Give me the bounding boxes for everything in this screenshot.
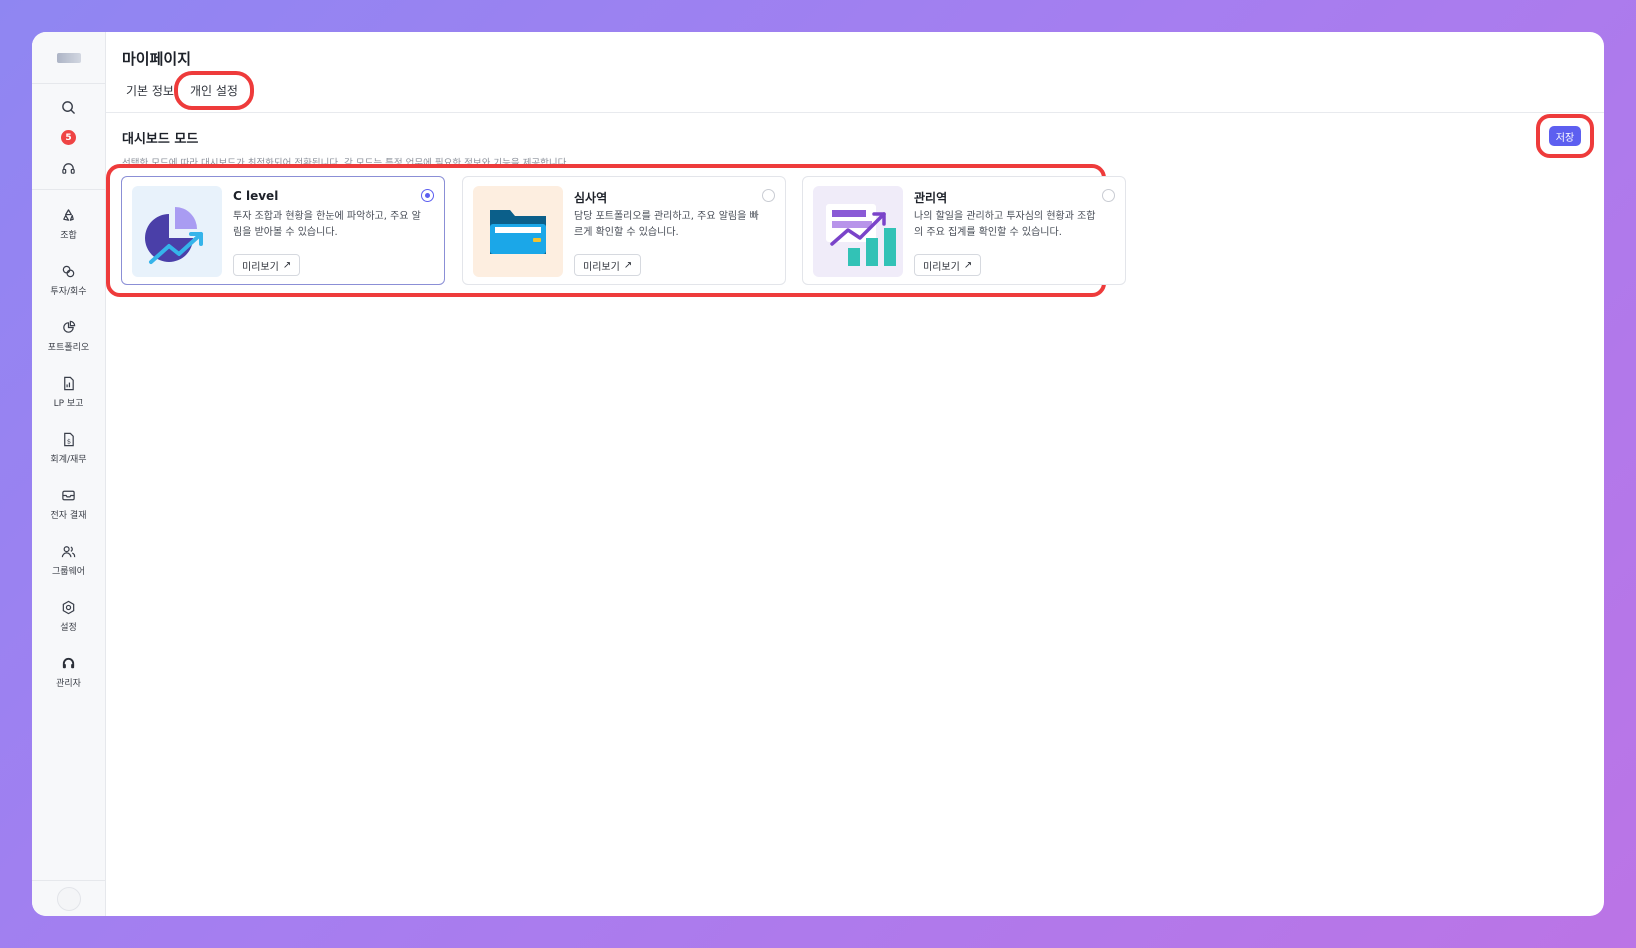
mail-icon (60, 486, 78, 504)
clevel-illustration (132, 186, 222, 277)
mode-radio[interactable] (421, 189, 434, 202)
reviewer-illustration (473, 186, 563, 277)
sidebar-item-label: 설정 (60, 623, 77, 633)
external-arrow-icon: ↗ (963, 259, 973, 271)
mode-card-clevel[interactable]: C level 투자 조합과 현황을 한눈에 파악하고, 주요 알림을 받아볼 … (121, 176, 445, 285)
sidebar-item-label: 그룹웨어 (51, 567, 86, 577)
preview-button[interactable]: 미리보기 ↗ (233, 254, 301, 276)
mode-description: 담당 포트폴리오를 관리하고, 주요 알림을 빠르게 확인할 수 있습니다. (574, 211, 759, 238)
sidebar-item-fund[interactable]: 조합 (32, 206, 106, 262)
manager-illustration (813, 186, 903, 277)
sidebar-footer (32, 880, 106, 916)
report-icon (60, 374, 78, 392)
sidebar-item-portfolio[interactable]: 포트폴리오 (32, 318, 106, 374)
preview-label: 미리보기 (242, 261, 279, 273)
mode-title: C level (233, 189, 279, 203)
logo-mark (56, 52, 81, 63)
mode-radio[interactable] (1102, 189, 1115, 202)
sidebar-item-label: LP 보고 (53, 399, 84, 409)
sidebar-item-admin[interactable]: 관리자 (32, 654, 106, 710)
header-divider (106, 112, 1604, 113)
mode-title: 관리역 (914, 191, 948, 205)
tab-personal-settings[interactable]: 개인 설정 (173, 71, 254, 110)
external-arrow-icon: ↗ (623, 259, 633, 271)
sidebar-top-icons: 5 (32, 84, 105, 190)
preview-label: 미리보기 (923, 261, 960, 273)
sidebar-item-label: 관리자 (56, 679, 81, 689)
sidebar-item-lp-report[interactable]: LP 보고 (32, 374, 106, 430)
mode-title: 심사역 (574, 191, 608, 205)
sidebar-item-label: 투자/회수 (50, 287, 87, 297)
mode-radio[interactable] (762, 189, 775, 202)
logo[interactable] (32, 32, 106, 84)
recycle-icon (60, 206, 78, 224)
main-content: 마이페이지 기본 정보 개인 설정 대시보드 모드 선택한 모드에 따라 대시보… (106, 32, 1604, 916)
headset-icon (60, 654, 78, 672)
gear-icon (60, 598, 78, 616)
preview-button[interactable]: 미리보기 ↗ (914, 254, 982, 276)
save-button-highlight: 저장 (1536, 114, 1594, 158)
mode-card-reviewer[interactable]: 심사역 담당 포트폴리오를 관리하고, 주요 알림을 빠르게 확인할 수 있습니… (462, 176, 786, 285)
preview-button[interactable]: 미리보기 ↗ (574, 254, 642, 276)
finance-doc-icon: $ (60, 430, 78, 448)
exchange-icon (60, 262, 78, 280)
search-icon[interactable] (60, 98, 78, 116)
external-arrow-icon: ↗ (282, 259, 292, 271)
save-button[interactable]: 저장 (1549, 126, 1581, 146)
sidebar-item-label: 전자 결재 (50, 511, 87, 521)
notification-badge[interactable]: 5 (61, 130, 76, 145)
sidebar-item-approval[interactable]: 전자 결재 (32, 486, 106, 542)
mode-description: 나의 할일을 관리하고 투자심의 현황과 조합의 주요 집계를 확인할 수 있습… (914, 211, 1096, 238)
page-title: 마이페이지 (122, 50, 192, 68)
app-window: 5 조합 투자/회수 포트폴리오 LP 보고 $ 회계/재무 전자 결재 그룹웨… (32, 32, 1604, 916)
tab-bar: 기본 정보 개인 설정 (122, 71, 254, 110)
svg-text:$: $ (67, 437, 71, 445)
sidebar-item-groupware[interactable]: 그룹웨어 (32, 542, 106, 598)
sidebar-item-accounting[interactable]: $ 회계/재무 (32, 430, 106, 486)
tab-basic-info[interactable]: 기본 정보 (122, 82, 178, 99)
sidebar-item-investment[interactable]: 투자/회수 (32, 262, 106, 318)
support-headset-icon[interactable] (60, 159, 78, 177)
users-icon (60, 542, 78, 560)
sidebar-item-settings[interactable]: 설정 (32, 598, 106, 654)
preview-label: 미리보기 (583, 261, 620, 273)
mode-card-manager[interactable]: 관리역 나의 할일을 관리하고 투자심의 현황과 조합의 주요 집계를 확인할 … (802, 176, 1126, 285)
sidebar: 5 조합 투자/회수 포트폴리오 LP 보고 $ 회계/재무 전자 결재 그룹웨… (32, 32, 106, 916)
section-title: 대시보드 모드 (122, 132, 199, 147)
sidebar-item-label: 회계/재무 (50, 455, 87, 465)
avatar[interactable] (57, 886, 81, 911)
pie-chart-icon (60, 318, 78, 336)
sidebar-item-label: 조합 (60, 231, 77, 241)
mode-description: 투자 조합과 현황을 한눈에 파악하고, 주요 알림을 받아볼 수 있습니다. (233, 211, 421, 238)
sidebar-nav: 조합 투자/회수 포트폴리오 LP 보고 $ 회계/재무 전자 결재 그룹웨어 … (32, 190, 105, 710)
sidebar-item-label: 포트폴리오 (47, 343, 90, 353)
